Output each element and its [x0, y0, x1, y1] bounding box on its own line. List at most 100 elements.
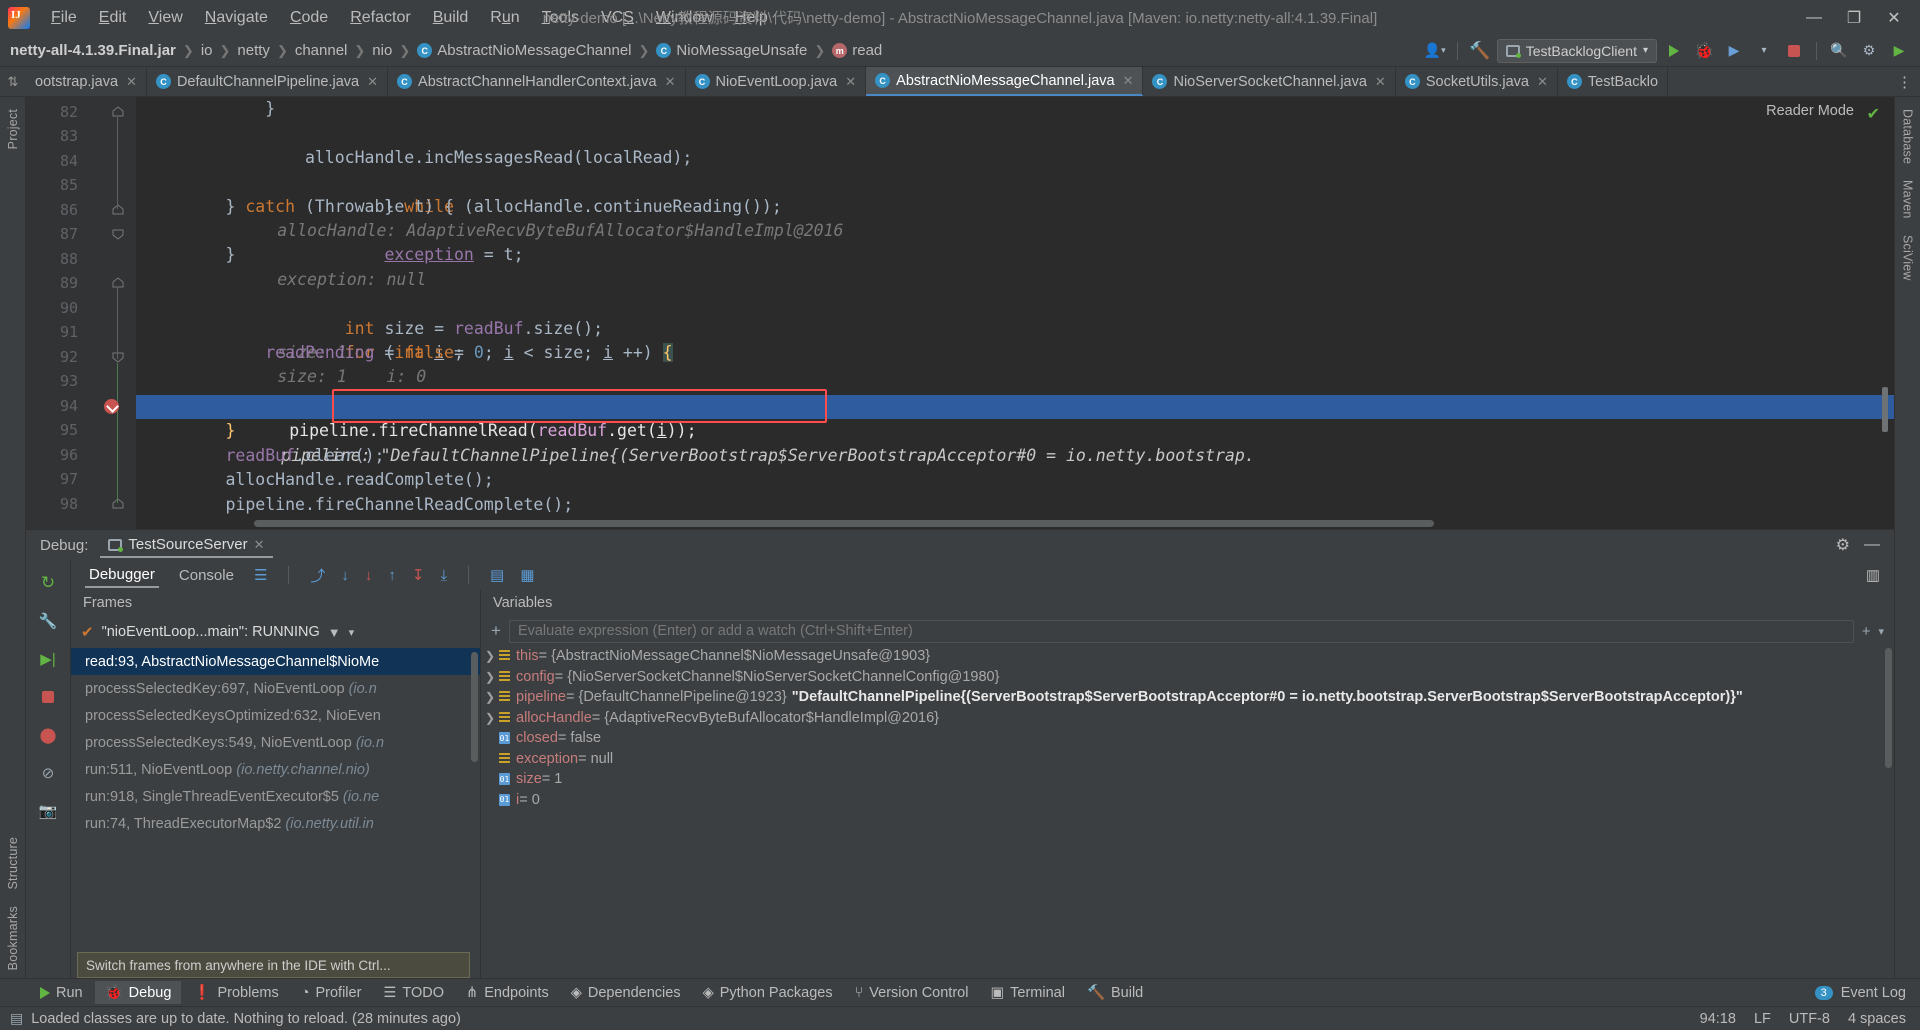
breadcrumb-item-class[interactable]: C AbstractNioMessageChannel: [417, 42, 632, 59]
fold-marker-icon[interactable]: [112, 106, 124, 118]
frames-scrollbar[interactable]: [471, 652, 478, 762]
camera-icon[interactable]: 📷: [37, 800, 59, 822]
toolwindow-endpoints[interactable]: ⋔ Endpoints: [456, 982, 559, 1004]
menu-window[interactable]: Window: [645, 5, 724, 31]
breadcrumb-item-jar[interactable]: netty-all-4.1.39.Final.jar: [10, 42, 176, 59]
tab-abstract-nio-message-channel[interactable]: C AbstractNioMessageChannel.java ✕: [866, 67, 1144, 96]
editor-gutter[interactable]: 82 83 84 85 86 87 88 89 90 91 92 93 94 9…: [26, 97, 136, 529]
variable-row[interactable]: ❯ this = {AbstractNioMessageChannel$NioM…: [481, 646, 1894, 667]
editor-horizontal-scrollbar[interactable]: [254, 520, 1434, 527]
file-encoding[interactable]: UTF-8: [1789, 1011, 1830, 1027]
reader-mode-label[interactable]: Reader Mode: [1766, 103, 1854, 119]
expand-chevron-icon[interactable]: ❯: [481, 690, 499, 704]
menu-code[interactable]: Code: [279, 5, 339, 31]
thread-selector[interactable]: ✔ "nioEventLoop...main": RUNNING ▼ ▾: [71, 616, 480, 648]
drop-frame-icon[interactable]: ↧: [412, 566, 425, 584]
fold-marker-icon[interactable]: [112, 277, 124, 289]
toolwindow-terminal[interactable]: ▣ Terminal: [980, 982, 1075, 1004]
expand-chevron-icon[interactable]: ❯: [481, 649, 499, 663]
step-out-icon[interactable]: ↑: [388, 567, 396, 584]
frame-row[interactable]: run:511, NioEventLoop (io.netty.channel.…: [71, 756, 480, 783]
settings-wrench-icon[interactable]: 🔧: [37, 610, 59, 632]
evaluate-expression-icon[interactable]: ▤: [490, 566, 504, 584]
tab-debugger[interactable]: Debugger: [85, 563, 159, 588]
breadcrumb-item-netty[interactable]: netty: [237, 42, 270, 59]
sidebar-item-sciview[interactable]: SciView: [1901, 227, 1915, 289]
run-icon[interactable]: [1661, 39, 1687, 63]
run-more-icon[interactable]: ▾: [1751, 39, 1777, 63]
sidebar-item-maven[interactable]: Maven: [1901, 172, 1915, 227]
menu-edit[interactable]: Edit: [88, 5, 138, 31]
chevron-down-icon[interactable]: ▾: [349, 626, 355, 639]
session-close-icon[interactable]: ✕: [254, 537, 265, 553]
tab-close-icon[interactable]: ✕: [367, 74, 378, 90]
menu-vcs[interactable]: VCS: [590, 5, 645, 31]
add-watch-icon[interactable]: +: [491, 621, 501, 641]
resume-program-icon[interactable]: ▶|: [37, 648, 59, 670]
gear-icon[interactable]: ⚙: [1856, 39, 1882, 63]
fold-marker-icon[interactable]: [112, 204, 124, 216]
menu-navigate[interactable]: Navigate: [194, 5, 279, 31]
breadcrumb-item-inner-class[interactable]: C NioMessageUnsafe: [656, 42, 807, 59]
tab-overflow-icon[interactable]: ⋮: [1889, 67, 1920, 96]
step-into-icon[interactable]: ↓: [341, 567, 349, 584]
variable-row[interactable]: exception = null: [481, 749, 1894, 770]
close-button[interactable]: ✕: [1874, 3, 1914, 33]
sidebar-item-database[interactable]: Database: [1901, 101, 1915, 172]
variable-row[interactable]: ❯ pipeline = {DefaultChannelPipeline@192…: [481, 687, 1894, 708]
variable-row[interactable]: 01 i = 0: [481, 790, 1894, 811]
run-play-icon[interactable]: ▶: [1886, 39, 1912, 63]
breadcrumb-item-io[interactable]: io: [201, 42, 213, 59]
evaluate-expression-input[interactable]: Evaluate expression (Enter) or add a wat…: [508, 619, 1854, 643]
mute-breakpoints-icon[interactable]: ⬤: [37, 724, 59, 746]
minimize-button[interactable]: —: [1794, 3, 1834, 33]
coverage-icon[interactable]: ▶: [1721, 39, 1747, 63]
frames-list[interactable]: read:93, AbstractNioMessageChannel$NioMe…: [71, 648, 480, 978]
tab-nio-event-loop[interactable]: C NioEventLoop.java ✕: [686, 67, 867, 96]
caret-position[interactable]: 94:18: [1700, 1011, 1736, 1027]
tab-close-icon[interactable]: ✕: [845, 74, 856, 90]
tab-console[interactable]: Console: [175, 564, 238, 587]
stop-icon[interactable]: [37, 686, 59, 708]
fold-marker-icon[interactable]: [112, 498, 124, 510]
filter-icon[interactable]: ▼: [328, 625, 341, 640]
tab-abstract-channel-handler-context[interactable]: C AbstractChannelHandlerContext.java ✕: [388, 67, 686, 96]
tab-close-icon[interactable]: ✕: [665, 74, 676, 90]
run-to-cursor-icon[interactable]: ⤓: [440, 567, 447, 584]
force-step-into-icon[interactable]: ↓: [365, 567, 373, 584]
frame-row[interactable]: run:74, ThreadExecutorMap$2 (io.netty.ut…: [71, 810, 480, 837]
sidebar-item-bookmarks[interactable]: Bookmarks: [6, 898, 20, 978]
menu-file[interactable]: File: [40, 5, 88, 31]
tab-close-icon[interactable]: ✕: [126, 74, 137, 90]
variables-scrollbar[interactable]: [1885, 648, 1892, 768]
fold-marker-icon[interactable]: [112, 351, 124, 363]
tab-nio-server-socket-channel[interactable]: C NioServerSocketChannel.java ✕: [1143, 67, 1396, 96]
add-icon[interactable]: +: [1862, 623, 1871, 640]
debug-icon[interactable]: 🐞: [1691, 39, 1717, 63]
tab-close-icon[interactable]: ✕: [1537, 74, 1548, 90]
tab-close-icon[interactable]: ✕: [1123, 73, 1134, 89]
scrollbar-marker[interactable]: [1882, 387, 1888, 432]
variables-list[interactable]: ❯ this = {AbstractNioMessageChannel$NioM…: [481, 646, 1894, 978]
toolwindow-dependencies[interactable]: ◈ Dependencies: [561, 982, 691, 1004]
toolwindow-profiler[interactable]: ◔ Profiler: [291, 982, 372, 1004]
frame-row[interactable]: processSelectedKey:697, NioEventLoop (io…: [71, 675, 480, 702]
tab-close-icon[interactable]: ✕: [1375, 74, 1386, 90]
minimize-icon[interactable]: —: [1864, 536, 1880, 554]
menu-run[interactable]: Run: [479, 5, 530, 31]
tab-bootstrap[interactable]: ootstrap.java ✕: [26, 67, 147, 96]
debug-session-tab[interactable]: TestSourceServer ✕: [100, 532, 273, 558]
toolwindow-todo[interactable]: ☰ TODO: [373, 982, 454, 1004]
toolwindow-debug[interactable]: 🐞 Debug: [94, 981, 182, 1004]
tab-socket-utils[interactable]: C SocketUtils.java ✕: [1396, 67, 1558, 96]
step-over-icon[interactable]: ⤴: [310, 565, 325, 586]
threads-view-icon[interactable]: ▦: [520, 566, 534, 584]
indent-setting[interactable]: 4 spaces: [1848, 1011, 1906, 1027]
rerun-icon[interactable]: ↻: [37, 572, 59, 594]
breakpoint-icon[interactable]: [104, 399, 119, 414]
run-configuration-selector[interactable]: TestBacklogClient ▾: [1496, 38, 1657, 63]
inspection-status-icon[interactable]: ✔: [1867, 104, 1880, 124]
frame-row[interactable]: run:918, SingleThreadEventExecutor$5 (io…: [71, 783, 480, 810]
line-separator[interactable]: LF: [1754, 1011, 1771, 1027]
event-log-label[interactable]: Event Log: [1841, 985, 1906, 1001]
